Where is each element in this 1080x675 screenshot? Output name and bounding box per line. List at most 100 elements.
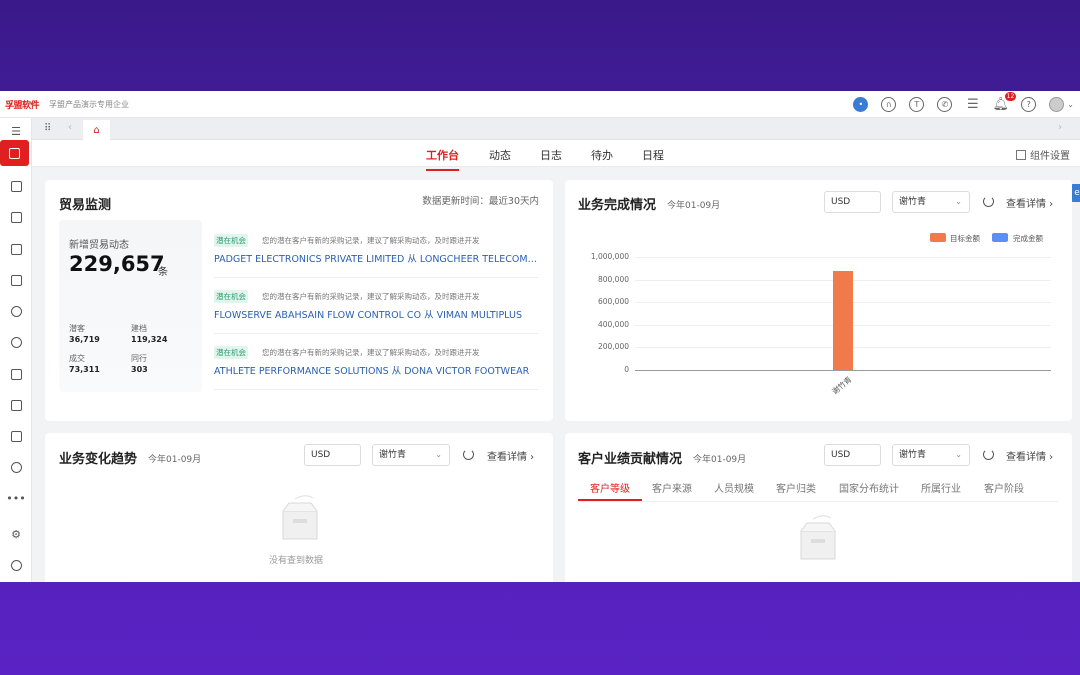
org-chart-icon <box>10 211 22 223</box>
sidebar-item-finance[interactable] <box>0 454 32 480</box>
sidebar-item-products[interactable] <box>0 392 32 418</box>
whatsapp-icon[interactable]: ✆ <box>937 97 953 112</box>
feed-link[interactable]: FLOWSERVE ABAHSAIN FLOW CONTROL CO 从 VIM… <box>214 307 539 321</box>
person-select[interactable]: 谢竹青 ⌄ <box>892 444 970 466</box>
nav-logs[interactable]: 日志 <box>540 147 562 163</box>
sidebar-item-home[interactable] <box>0 140 29 166</box>
contribution-period: 今年01-09月 <box>693 455 747 465</box>
y-tick-label: 1,000,000 <box>590 252 629 261</box>
currency-select[interactable]: USD <box>304 444 361 466</box>
nav-activity[interactable]: 动态 <box>489 147 511 163</box>
opportunity-tag: 潜在机会 <box>214 290 248 303</box>
tab-scroll-left-icon[interactable]: ‹ <box>68 122 72 133</box>
tab-customer-category[interactable]: 客户归类 <box>776 480 816 495</box>
bell-badge: 12 <box>1004 92 1017 101</box>
money-bag-icon <box>10 461 22 473</box>
trade-update-info: 数据更新时间：最近30天内 <box>422 196 539 207</box>
person-select[interactable]: 谢竹青 ⌄ <box>372 444 450 466</box>
sidebar-item-mail[interactable] <box>0 236 32 262</box>
new-trade-count: 229,657 <box>69 252 165 276</box>
chevron-down-icon: ⌄ <box>955 450 962 459</box>
y-tick-label: 200,000 <box>597 342 629 352</box>
home-icon: ⌂ <box>93 124 100 136</box>
inbox-icon <box>10 274 22 286</box>
sidebar-item-orders[interactable] <box>0 361 32 387</box>
widget-settings-button[interactable]: 组件设置 <box>1016 147 1070 162</box>
feed-description: 您的潜在客户有新的采购记录，建议了解采购动态，及时跟进开发 <box>262 292 480 301</box>
compass-icon <box>10 305 22 317</box>
list-item[interactable]: 潜在机会 您的潜在客户有新的采购记录，建议了解采购动态，及时跟进开发 ATHLE… <box>214 334 539 390</box>
sidebar-item-tune[interactable]: ⚙ <box>0 521 32 547</box>
sidebar-item-settings[interactable] <box>0 552 32 578</box>
sidebar-item-ads[interactable] <box>0 329 32 355</box>
chevron-down-icon: ⌄ <box>1067 100 1074 109</box>
person-value: 谢竹青 <box>379 450 407 460</box>
stat-value: 73,311 <box>69 365 100 374</box>
tab-home[interactable]: ⌂ <box>83 120 110 140</box>
nav-workbench[interactable]: 工作台 <box>426 147 459 171</box>
tab-customer-level[interactable]: 客户等级 <box>590 480 630 495</box>
refresh-icon[interactable] <box>463 449 474 460</box>
feed-link[interactable]: ATHLETE PERFORMANCE SOLUTIONS 从 DONA VIC… <box>214 363 539 377</box>
list-item[interactable]: 潜在机会 您的潜在客户有新的采购记录，建议了解采购动态，及时跟进开发 PADGE… <box>214 222 539 278</box>
headset-icon[interactable]: ∩ <box>881 97 897 112</box>
sidebar-item-inbox[interactable] <box>0 267 32 293</box>
sidebar-item-org[interactable] <box>0 204 32 230</box>
help-icon[interactable]: ? <box>1021 97 1037 112</box>
translate-icon[interactable]: T <box>909 97 925 112</box>
top-icons: • ∩ T ✆ ☰ 🔔︎ 12 ? ⌄ <box>853 91 1074 118</box>
app-window: 孚盟软件 孚盟产品演示专用企业 • ∩ T ✆ ☰ 🔔︎12 ? ⌄ ☰ •• <box>0 91 1080 582</box>
app-grid-icon[interactable]: ⠿ <box>44 123 51 134</box>
stat-value: 303 <box>131 365 148 374</box>
new-trade-stats[interactable]: 新增贸易动态 229,657 条 潜客 36,719 建档 119,324 成交… <box>59 220 202 392</box>
chevron-down-icon: ⌄ <box>435 450 442 459</box>
trade-title: 贸易监测 <box>59 198 112 213</box>
person-value: 谢竹青 <box>899 450 927 460</box>
opportunity-tag: 潜在机会 <box>214 346 248 359</box>
view-details-link[interactable]: 查看详情 › <box>1006 448 1053 463</box>
trade-monitor-card: 贸易监测 数据更新时间：最近30天内 新增贸易动态 229,657 条 潜客 3… <box>45 180 553 421</box>
stat-value: 36,719 <box>69 335 100 344</box>
refresh-icon[interactable] <box>983 449 994 460</box>
mail-icon <box>10 243 22 255</box>
tab-customer-stage[interactable]: 客户阶段 <box>984 480 1024 495</box>
currency-select[interactable]: USD <box>824 444 881 466</box>
trend-title: 业务变化趋势 <box>59 452 138 467</box>
y-tick-label: 800,000 <box>597 274 629 284</box>
list-item[interactable]: 潜在机会 您的潜在客户有新的采购记录，建议了解采购动态，及时跟进开发 FLOWS… <box>214 278 539 334</box>
y-tick-label: 400,000 <box>597 319 629 329</box>
task-list-icon[interactable]: ☰ <box>965 97 980 112</box>
grid-icon <box>1016 149 1026 160</box>
tab-country-distribution[interactable]: 国家分布统计 <box>839 480 899 495</box>
feed-description: 您的潜在客户有新的采购记录，建议了解采购动态，及时跟进开发 <box>262 236 480 245</box>
feed-link[interactable]: PADGET ELECTRONICS PRIVATE LIMITED 从 LON… <box>214 251 539 265</box>
sidebar-item-more[interactable]: ••• <box>0 485 32 511</box>
x-tick-label: 谢竹青 <box>830 374 854 397</box>
contact-icon <box>10 180 22 192</box>
top-bar: 孚盟软件 孚盟产品演示专用企业 • ∩ T ✆ ☰ 🔔︎ 12 ? ⌄ <box>0 91 1080 118</box>
nav-schedule[interactable]: 日程 <box>642 147 664 163</box>
bell-icon[interactable]: 🔔︎ 12 <box>993 92 1017 112</box>
sidebar-item-shipping[interactable] <box>0 423 32 449</box>
brand-logo[interactable]: 孚盟软件 <box>5 98 40 111</box>
tab-customer-source[interactable]: 客户来源 <box>652 480 692 495</box>
chart-bar[interactable] <box>833 270 853 370</box>
tab-staff-size[interactable]: 人员规模 <box>714 480 754 495</box>
user-menu[interactable]: ⌄ <box>1049 97 1074 112</box>
contribution-title: 客户业绩贡献情况 <box>578 452 683 467</box>
view-details-link[interactable]: 查看详情 › <box>487 448 534 463</box>
archive-icon <box>10 399 22 411</box>
trend-card: 业务变化趋势 今年01-09月 USD 谢竹青 ⌄ 查看详情 › 没有查到数据 <box>45 433 553 582</box>
assistant-icon[interactable]: • <box>853 97 869 112</box>
sidebar: ☰ ••• ⚙ <box>0 118 32 582</box>
tab-scroll-right-icon[interactable]: › <box>1058 122 1062 133</box>
workspace-nav: 工作台 动态 日志 待办 日程 组件设置 e <box>32 140 1080 202</box>
sidebar-item-contacts[interactable] <box>0 173 32 199</box>
sidebar-item-explore[interactable] <box>0 298 32 324</box>
nav-todo[interactable]: 待办 <box>591 147 613 163</box>
tab-industry[interactable]: 所属行业 <box>921 480 961 495</box>
empty-state-text: 没有查到数据 <box>269 556 324 566</box>
new-trade-unit: 条 <box>158 267 168 278</box>
empty-box-icon <box>800 515 836 560</box>
avatar <box>1049 97 1065 112</box>
